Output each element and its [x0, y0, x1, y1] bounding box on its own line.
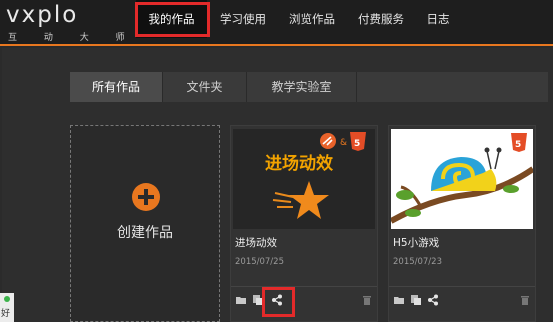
card-divider [389, 286, 535, 287]
status-dot-icon [4, 296, 10, 302]
copy-icon[interactable] [252, 294, 264, 306]
thumb-amp-text: & [340, 138, 347, 148]
trash-icon[interactable] [519, 294, 531, 306]
share-icon[interactable] [271, 294, 283, 306]
work-title[interactable]: 进场动效 [235, 235, 277, 250]
nav-item-my-works[interactable]: 我的作品 [136, 0, 207, 38]
svg-text:5: 5 [515, 140, 521, 150]
logo-wordmark: vxplo [6, 2, 79, 28]
work-thumbnail[interactable]: 5 [391, 129, 533, 229]
folder-icon[interactable] [393, 294, 405, 306]
trash-icon[interactable] [361, 294, 373, 306]
work-thumbnail[interactable]: 进场动效 & 5 [233, 129, 375, 229]
folder-icon[interactable] [235, 294, 247, 306]
nav-item-learn[interactable]: 学习使用 [212, 0, 274, 38]
tab-teaching-lab[interactable]: 教学实验室 [247, 72, 357, 102]
work-card[interactable]: 5 H5小游戏 2015/07/23 [388, 125, 536, 322]
works-tabs: 所有作品 文件夹 教学实验室 [70, 72, 548, 102]
work-date: 2015/07/25 [235, 257, 284, 267]
nav-item-log[interactable]: 日志 [418, 0, 458, 38]
entrance-effect-thumbnail-art: 进场动效 & 5 [233, 129, 375, 229]
tab-folders[interactable]: 文件夹 [163, 72, 247, 102]
svg-text:5: 5 [354, 139, 360, 149]
copy-icon[interactable] [410, 294, 422, 306]
work-date: 2015/07/23 [393, 257, 442, 267]
share-icon[interactable] [427, 294, 439, 306]
create-work-card[interactable]: 创建作品 [70, 125, 220, 322]
vxplo-logo[interactable]: vxplo 互 动 大 师 [4, 2, 125, 43]
work-card[interactable]: 进场动效 & 5 进场动效 2015/07/25 [230, 125, 378, 322]
status-widget[interactable]: 好 [0, 293, 14, 322]
nav-item-paid-service[interactable]: 付费服务 [350, 0, 412, 38]
nav-item-browse[interactable]: 浏览作品 [281, 0, 343, 38]
logo-tagline: 互 动 大 师 [8, 33, 137, 43]
create-work-label: 创建作品 [117, 225, 173, 241]
tab-all-works[interactable]: 所有作品 [70, 72, 163, 102]
h5-game-thumbnail-art: 5 [391, 129, 533, 229]
status-label: 好 [1, 309, 11, 319]
thumb-title-text: 进场动效 [265, 153, 333, 174]
plus-icon [132, 183, 160, 211]
card-divider [231, 286, 377, 287]
top-nav-bar: vxplo 互 动 大 师 我的作品 学习使用 浏览作品 付费服务 日志 [0, 0, 553, 46]
work-title[interactable]: H5小游戏 [393, 235, 439, 250]
